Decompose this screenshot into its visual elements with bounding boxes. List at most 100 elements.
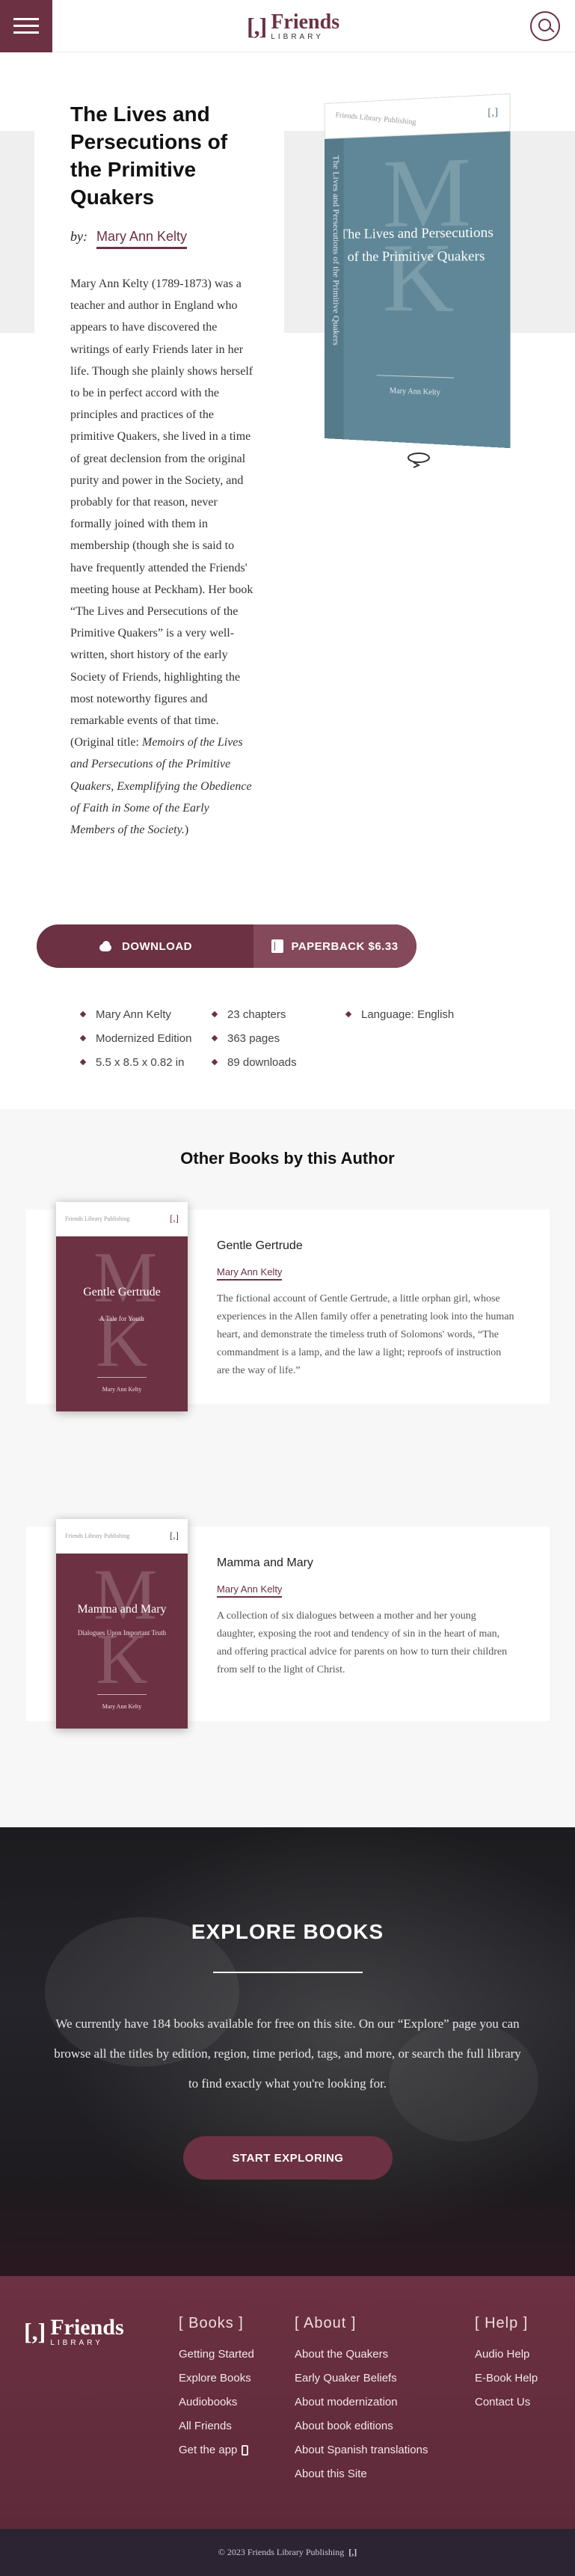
meta-downloads: 89 downloads [212, 1050, 297, 1074]
hamburger-icon-line [13, 25, 39, 27]
monogram-m: M [93, 1554, 158, 1634]
site-footer: [,] Friends LIBRARY [ Books ] Getting St… [0, 2276, 575, 2529]
mini-cover-author: Mary Ann Kelty [102, 1386, 142, 1393]
footer-link-audiobooks[interactable]: Audiobooks [179, 2391, 254, 2414]
footer-link-editions[interactable]: About book editions [295, 2414, 428, 2438]
footer-link-getting-started[interactable]: Getting Started [179, 2343, 254, 2367]
book-card[interactable]: Friends Library Publishing [,] M K Gentl… [26, 1202, 550, 1411]
mini-cover-logo: [,] [170, 1212, 179, 1224]
description-text: Mary Ann Kelty (1789-1873) was a teacher… [70, 277, 253, 728]
footer-link-explore-books[interactable]: Explore Books [179, 2367, 254, 2391]
start-exploring-button[interactable]: START EXPLORING [183, 2136, 393, 2180]
footer-logo[interactable]: [,] Friends LIBRARY [24, 2316, 124, 2347]
footer-books-heading: [ Books ] [179, 2315, 244, 2331]
book-card-title[interactable]: Mamma and Mary [217, 1557, 313, 1570]
meta-author: Mary Ann Kelty [81, 1002, 191, 1026]
footer-link-about-quakers[interactable]: About the Quakers [295, 2343, 428, 2367]
cover-logo-mark: [,] [488, 106, 499, 120]
explore-title: EXPLORE BOOKS [191, 1920, 384, 1943]
footer-link-audio-help[interactable]: Audio Help [475, 2343, 538, 2367]
paperback-label: PAPERBACK $6.33 [291, 939, 399, 953]
footer-link-get-app[interactable]: Get the app [179, 2438, 254, 2462]
book-card-cover[interactable]: Friends Library Publishing [,] M K Mamma… [56, 1519, 188, 1729]
cover-author: Mary Ann Kelty [390, 387, 440, 397]
mini-cover-publisher: Friends Library Publishing [65, 1533, 130, 1539]
monogram-m: M [93, 1237, 158, 1317]
book-description: Mary Ann Kelty (1789-1873) was a teacher… [70, 273, 254, 841]
mini-cover-front: M K Gentle Gertrude A Tale for Youth Mar… [56, 1236, 188, 1411]
copyright-text: © 2023 Friends Library Publishing [218, 2547, 345, 2557]
meta-column-3: Language: English [346, 1002, 454, 1026]
explore-rule [213, 1972, 363, 1973]
mini-cover-logo: [,] [170, 1530, 179, 1541]
other-books-section: Other Books by this Author Friends Libra… [0, 1109, 575, 1827]
footer-about-column: [ About ] About the Quakers Early Quaker… [295, 2315, 428, 2486]
site-header: [,] Friends LIBRARY [0, 0, 575, 52]
book-card-title[interactable]: Gentle Gertrude [217, 1239, 303, 1253]
hero-band-left [0, 131, 34, 333]
book-card-author[interactable]: Mary Ann Kelty [217, 1583, 283, 1598]
cloud-download-icon [98, 941, 113, 951]
site-logo[interactable]: [,] Friends LIBRARY [247, 10, 339, 42]
mini-cover-rule [97, 1694, 147, 1695]
copyright-logo-mark: [,] [348, 2547, 357, 2557]
footer-link-ebook-help[interactable]: E-Book Help [475, 2367, 538, 2391]
mini-cover-author: Mary Ann Kelty [102, 1703, 142, 1710]
footer-link-modernization[interactable]: About modernization [295, 2391, 428, 2414]
footer-link-about-site[interactable]: About this Site [295, 2462, 428, 2486]
mini-cover-subtitle: A Tale for Youth [99, 1315, 144, 1322]
phone-icon [242, 2445, 249, 2456]
author-link[interactable]: Mary Ann Kelty [96, 229, 188, 249]
logo-sub: LIBRARY [271, 32, 324, 41]
menu-button[interactable] [0, 0, 52, 52]
book-cover-3d[interactable]: Friends Library Publishing [,] M K The L… [325, 93, 511, 449]
mini-cover-top: Friends Library Publishing [,] [56, 1202, 188, 1236]
author-line: by: Mary Ann Kelty [70, 229, 188, 249]
mini-cover-publisher: Friends Library Publishing [65, 1215, 130, 1222]
logo-word: Friends [271, 10, 340, 34]
cover-publisher: Friends Library Publishing [334, 111, 417, 127]
footer-link-contact[interactable]: Contact Us [475, 2391, 538, 2414]
meta-pages: 363 pages [212, 1026, 297, 1050]
cover-rule [376, 375, 455, 378]
book-card-author[interactable]: Mary Ann Kelty [217, 1266, 283, 1281]
mini-cover-monogram: M K [93, 1237, 158, 1378]
meta-edition: Modernized Edition [81, 1026, 191, 1050]
hamburger-icon [13, 18, 39, 20]
footer-link-spanish[interactable]: About Spanish translations [295, 2438, 428, 2462]
footer-link-beliefs[interactable]: Early Quaker Beliefs [295, 2367, 428, 2391]
other-books-heading: Other Books by this Author [180, 1149, 395, 1168]
by-label: by: [70, 229, 87, 244]
meta-chapters: 23 chapters [212, 1002, 297, 1026]
original-title: Memoirs of the Lives and Persecutions of… [70, 736, 252, 837]
hamburger-icon-line [13, 31, 39, 34]
rotate-icon[interactable] [406, 450, 431, 468]
footer-link-all-friends[interactable]: All Friends [179, 2414, 254, 2438]
cover-front: M K The Lives and Persecutions of the Pr… [325, 131, 511, 449]
download-label: DOWNLOAD [122, 939, 192, 953]
footer-about-heading: [ About ] [295, 2315, 357, 2331]
footer-books-column: [ Books ] Getting Started Explore Books … [179, 2315, 254, 2462]
get-app-label: Get the app [179, 2444, 238, 2456]
download-button[interactable]: DOWNLOAD [37, 924, 253, 968]
cover-spine-text: The Lives and Persecutions of the Primit… [330, 155, 342, 346]
logo-bracket: [,] [247, 12, 267, 40]
book-icon [271, 939, 284, 953]
mini-cover-title: Gentle Gertrude [83, 1286, 161, 1298]
book-card[interactable]: Friends Library Publishing [,] M K Mamma… [26, 1519, 550, 1729]
paperback-button[interactable]: PAPERBACK $6.33 [253, 924, 416, 968]
mini-cover-subtitle: Dialogues Upon Important Truth [77, 1629, 167, 1637]
footer-help-heading: [ Help ] [475, 2315, 529, 2331]
explore-section: EXPLORE BOOKS We currently have 184 book… [0, 1827, 575, 2276]
copyright-bar: © 2023 Friends Library Publishing [,] [0, 2529, 575, 2576]
search-icon[interactable] [530, 11, 560, 41]
footer-logo-word: Friends [50, 2315, 124, 2340]
book-card-description: The fictional account of Gentle Gertrude… [217, 1293, 514, 1376]
explore-text: We currently have 184 books available fo… [54, 2017, 521, 2091]
book-card-cover[interactable]: Friends Library Publishing [,] M K Gentl… [56, 1202, 188, 1411]
original-title-prefix: (Original title: [70, 736, 142, 749]
footer-help-column: [ Help ] Audio Help E-Book Help Contact … [475, 2315, 538, 2414]
mini-cover-rule [97, 1377, 147, 1378]
meta-column-2: 23 chapters 363 pages 89 downloads [212, 1002, 297, 1074]
book-actions: DOWNLOAD PAPERBACK $6.33 [37, 924, 416, 968]
